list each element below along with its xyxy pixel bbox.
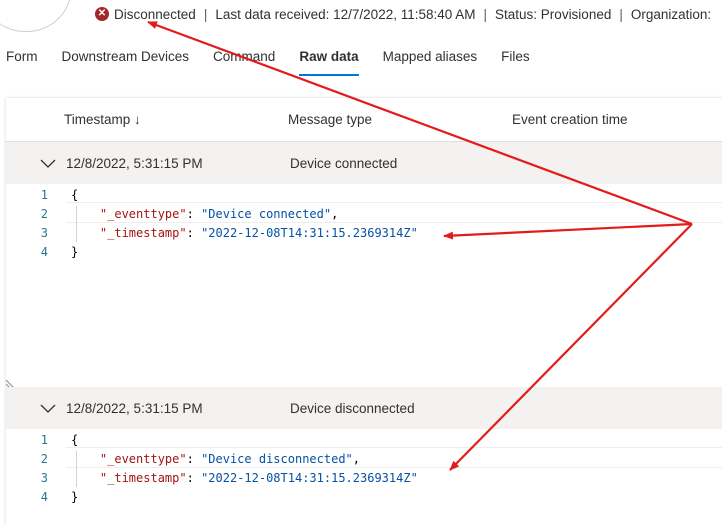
json-line-eventtype: "_eventtype": "Device connected", [99,207,339,221]
organization-label: Organization: [630,6,712,22]
raw-json-viewer[interactable]: 1 2 3 4 { "_eventtype": "Device disconne… [6,431,722,525]
json-line-eventtype: "_eventtype": "Device disconnected", [99,452,361,466]
tab-files[interactable]: Files [501,40,530,77]
row-timestamp: 12/8/2022, 5:31:15 PM [66,401,203,416]
json-open-brace: { [71,188,79,202]
raw-data-grid: Timestamp ↓ Message type Event creation … [6,98,722,525]
json-close-brace: } [71,245,79,259]
column-header-event-creation-time[interactable]: Event creation time [512,112,628,127]
tab-raw-data[interactable]: Raw data [299,40,359,77]
json-key: "_timestamp" [99,471,187,485]
json-value: "Device connected" [201,207,332,221]
chevron-down-icon[interactable] [38,398,58,418]
column-header-message-type[interactable]: Message type [288,112,372,127]
provisioning-status: Status: Provisioned [495,6,612,22]
device-status-bar: ✕ Disconnected | Last data received: 12/… [95,5,711,23]
line-number: 4 [40,245,48,259]
line-number: 3 [40,471,48,485]
json-key: "_eventtype" [99,207,187,221]
row-message-type: Device connected [290,156,398,171]
raw-json-viewer[interactable]: 1 2 3 4 { "_eventtype": "Device connecte… [6,186,722,381]
status-separator: | [483,6,488,22]
connection-status: Disconnected [114,6,196,22]
row-timestamp: 12/8/2022, 5:31:15 PM [66,156,203,171]
line-number: 1 [40,433,48,447]
grid-header: Timestamp ↓ Message type Event creation … [6,98,722,142]
tab-command[interactable]: Command [213,40,275,77]
row-message-type: Device disconnected [290,401,415,416]
table-row[interactable]: 12/8/2022, 5:31:15 PM Device connected [6,142,722,184]
json-close-brace: } [71,490,79,504]
tab-mapped-aliases[interactable]: Mapped aliases [383,40,478,77]
json-line-timestamp: "_timestamp": "2022-12-08T14:31:15.23693… [99,471,418,485]
json-value: "Device disconnected" [201,452,353,466]
device-tabs: Form Downstream Devices Command Raw data… [0,40,554,80]
device-avatar [0,0,72,32]
line-number: 1 [40,188,48,202]
json-key: "_eventtype" [99,452,187,466]
json-value: "2022-12-08T14:31:15.2369314Z" [201,471,418,485]
chevron-down-icon[interactable] [38,153,58,173]
status-separator: | [619,6,623,22]
status-separator: | [203,6,208,22]
json-value: "2022-12-08T14:31:15.2369314Z" [201,226,418,240]
tab-form[interactable]: Form [6,40,38,77]
json-key: "_timestamp" [99,226,187,240]
column-header-timestamp[interactable]: Timestamp ↓ [64,112,141,127]
error-circle-icon: ✕ [95,7,109,21]
line-number: 3 [40,226,48,240]
line-number: 4 [40,490,48,504]
line-number: 2 [40,207,48,221]
json-open-brace: { [71,433,79,447]
line-number: 2 [40,452,48,466]
table-row[interactable]: 12/8/2022, 5:31:15 PM Device disconnecte… [6,387,722,429]
tab-downstream-devices[interactable]: Downstream Devices [62,40,190,77]
last-data-received: Last data received: 12/7/2022, 11:58:40 … [215,6,476,22]
json-line-timestamp: "_timestamp": "2022-12-08T14:31:15.23693… [99,226,418,240]
